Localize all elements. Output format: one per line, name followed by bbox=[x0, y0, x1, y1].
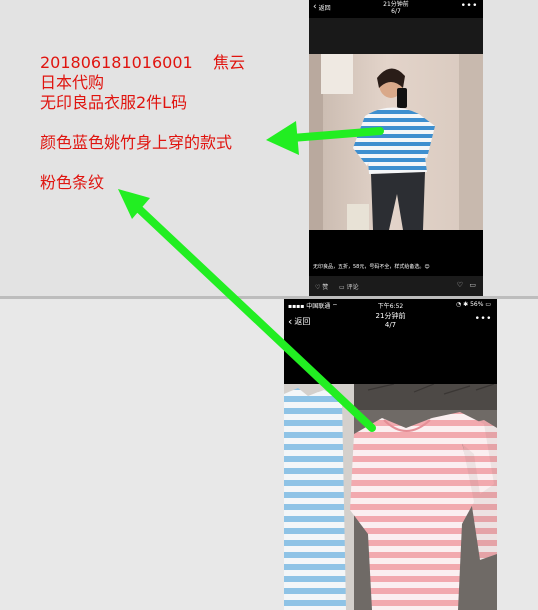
annotation-arrows bbox=[118, 121, 384, 432]
arrow-to-blue-shirt bbox=[266, 121, 384, 155]
arrow-to-pink-text bbox=[118, 189, 376, 432]
